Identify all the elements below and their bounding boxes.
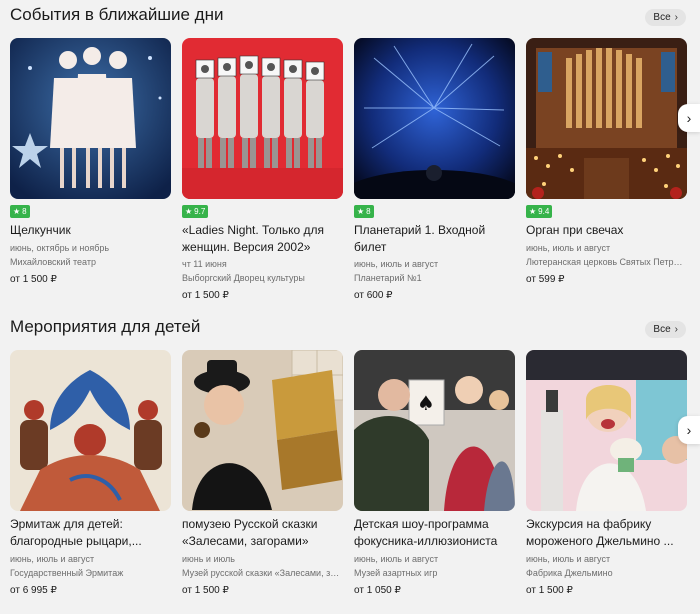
star-icon: ★ bbox=[13, 207, 21, 216]
title-line: женщин. Версия 2002» bbox=[182, 240, 311, 254]
title-line: «Ladies Night. Только для bbox=[182, 223, 325, 237]
event-title[interactable]: Эрмитаж для детей: благородные рыцари,..… bbox=[10, 516, 171, 550]
chevron-right-icon: › bbox=[674, 12, 678, 23]
title-line: фокусника-иллюзиониста bbox=[354, 534, 498, 548]
event-title[interactable]: Детская шоу-программа фокусника-иллюзион… bbox=[354, 516, 515, 550]
event-title[interactable]: помузею Русской сказки «Залесами, загора… bbox=[182, 516, 343, 550]
rating-badge: ★ 9.4 bbox=[526, 205, 553, 218]
carousel-next-button[interactable]: › bbox=[678, 104, 700, 132]
event-image-hermitage[interactable] bbox=[10, 350, 171, 511]
event-venue: Государственный Эрмитаж bbox=[10, 568, 124, 578]
event-price: от 1 500 ₽ bbox=[526, 585, 573, 596]
event-image-magic-show[interactable]: ♠ bbox=[354, 350, 515, 511]
event-price: от 1 050 ₽ bbox=[354, 585, 401, 596]
title-line: Детская шоу-программа bbox=[354, 517, 489, 531]
star-icon: ★ bbox=[185, 207, 193, 216]
rating-value: 8 bbox=[366, 207, 371, 216]
event-title[interactable]: «Ladies Night. Только для женщин. Версия… bbox=[182, 222, 343, 256]
chevron-right-icon: › bbox=[674, 324, 678, 335]
event-card[interactable]: ★ 9.7 «Ladies Night. Только для женщин. … bbox=[182, 38, 343, 301]
event-image-ice-cream-factory[interactable] bbox=[526, 350, 687, 511]
section-title: Мероприятия для детей bbox=[10, 317, 201, 336]
event-price: от 599 ₽ bbox=[526, 274, 565, 285]
see-all-label: Все bbox=[653, 12, 671, 23]
event-card[interactable]: Экскурсия на фабрику мороженого Джельмин… bbox=[526, 350, 687, 596]
rating-badge: ★ 8 bbox=[354, 205, 374, 218]
see-all-label: Все bbox=[653, 324, 671, 335]
event-dates: чт 11 июня bbox=[182, 259, 227, 269]
event-dates: июнь, июль и август bbox=[354, 554, 439, 564]
see-all-button[interactable]: Все › bbox=[645, 9, 686, 26]
event-card[interactable]: ♠ Детская шоу-программа фокусника-иллюзи… bbox=[354, 350, 515, 596]
event-dates: июнь, июль и август bbox=[10, 554, 95, 564]
event-title[interactable]: Экскурсия на фабрику мороженого Джельмин… bbox=[526, 516, 687, 550]
event-venue: Выборгский Дворец культуры bbox=[182, 273, 305, 283]
rating-badge: ★ 8 bbox=[10, 205, 30, 218]
event-title[interactable]: Щелкунчик bbox=[10, 222, 171, 239]
star-icon: ★ bbox=[357, 207, 365, 216]
title-line: Орган при свечах bbox=[526, 223, 624, 237]
event-image-fairytale-museum[interactable] bbox=[182, 350, 343, 511]
rating-value: 9.4 bbox=[538, 207, 550, 216]
title-line: билет bbox=[354, 240, 387, 254]
svg-text:♠: ♠ bbox=[417, 391, 435, 415]
event-image-planetarium[interactable] bbox=[354, 38, 515, 199]
event-dates: июнь и июль bbox=[182, 554, 235, 564]
event-card[interactable]: ★ 8 Планетарий 1. Входной билет июнь, ию… bbox=[354, 38, 515, 301]
event-dates: июнь, октябрь и ноябрь bbox=[10, 243, 110, 253]
title-line: благородные рыцари,... bbox=[10, 534, 142, 548]
event-venue: Фабрика Джельмино bbox=[526, 568, 613, 578]
event-card[interactable]: ★ 8 Щелкунчик июнь, октябрь и ноябрь Мих… bbox=[10, 38, 171, 285]
event-card[interactable]: ★ 9.4 Орган при свечах июнь, июль и авгу… bbox=[526, 38, 687, 285]
event-venue: Лютеранская церковь Святых Петра и Павла bbox=[526, 257, 687, 267]
title-line: помузею Русской сказки bbox=[182, 517, 318, 531]
event-price: от 6 995 ₽ bbox=[10, 585, 57, 596]
chevron-right-icon: › bbox=[686, 422, 692, 438]
event-image-ladies-night[interactable] bbox=[182, 38, 343, 199]
event-card[interactable]: Эрмитаж для детей: благородные рыцари,..… bbox=[10, 350, 171, 596]
event-dates: июнь, июль и август bbox=[354, 259, 439, 269]
event-title[interactable]: Орган при свечах bbox=[526, 222, 687, 239]
event-venue: Музей русской сказки «Залесами, загорами… bbox=[182, 568, 343, 578]
chevron-right-icon: › bbox=[686, 110, 692, 126]
title-line: «Залесами, загорами» bbox=[182, 534, 309, 548]
carousel-next-button[interactable]: › bbox=[678, 416, 700, 444]
title-line: мороженого Джельмино ... bbox=[526, 534, 674, 548]
title-line: Экскурсия на фабрику bbox=[526, 517, 652, 531]
event-title[interactable]: Планетарий 1. Входной билет bbox=[354, 222, 515, 256]
event-dates: июнь, июль и август bbox=[526, 554, 611, 564]
event-price: от 600 ₽ bbox=[354, 290, 393, 301]
rating-badge: ★ 9.7 bbox=[182, 205, 209, 218]
event-venue: Михайловский театр bbox=[10, 257, 96, 267]
event-venue: Музей азартных игр bbox=[354, 568, 438, 578]
event-price: от 1 500 ₽ bbox=[182, 290, 229, 301]
title-line: Эрмитаж для детей: bbox=[10, 517, 123, 531]
event-price: от 1 500 ₽ bbox=[182, 585, 229, 596]
event-image-nutcracker[interactable] bbox=[10, 38, 171, 199]
rating-value: 9.7 bbox=[194, 207, 206, 216]
event-card[interactable]: помузею Русской сказки «Залесами, загора… bbox=[182, 350, 343, 596]
title-line: Планетарий 1. Входной bbox=[354, 223, 486, 237]
event-price: от 1 500 ₽ bbox=[10, 274, 57, 285]
rating-value: 8 bbox=[22, 207, 27, 216]
see-all-button[interactable]: Все › bbox=[645, 321, 686, 338]
event-venue: Планетарий №1 bbox=[354, 273, 422, 283]
event-image-organ[interactable] bbox=[526, 38, 687, 199]
section-title: События в ближайшие дни bbox=[10, 5, 224, 24]
event-dates: июнь, июль и август bbox=[526, 243, 611, 253]
star-icon: ★ bbox=[529, 207, 537, 216]
title-line: Щелкунчик bbox=[10, 223, 71, 237]
